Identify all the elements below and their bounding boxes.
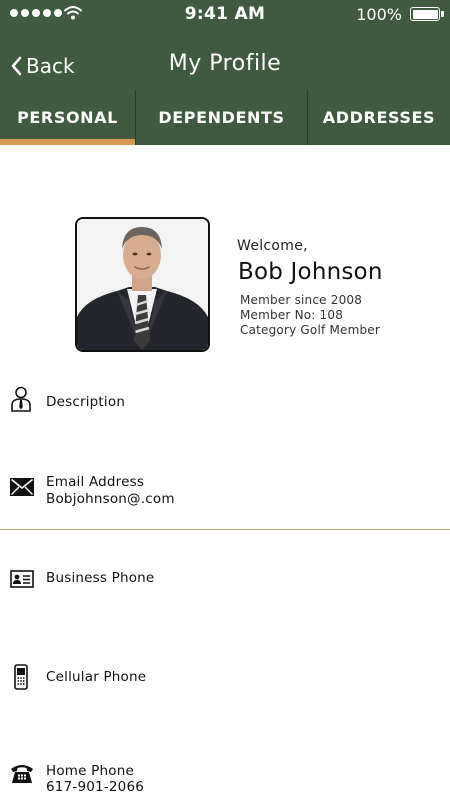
tab-dependents[interactable]: DEPENDENTS [135,90,307,145]
welcome-text: Welcome, [237,238,308,254]
business-phone-label: Business Phone [46,570,155,586]
email-label: Email Address [46,474,145,490]
tab-personal[interactable]: PERSONAL [0,90,135,145]
navigation-bar: Back My Profile [0,46,450,86]
description-label: Description [46,394,126,410]
contact-card-icon [10,570,34,588]
profile-screen: 9:41 AM 100% Back My Profile PERSONAL DE… [0,0,450,800]
cellular-phone-label: Cellular Phone [46,669,147,685]
battery-percentage: 100% [356,5,402,24]
app-header: 9:41 AM 100% Back My Profile PERSONAL DE… [0,0,450,145]
telephone-icon [11,765,33,783]
page-title: My Profile [168,51,282,76]
tab-addresses-label: ADDRESSES [322,108,436,127]
active-tab-indicator [0,139,135,145]
tab-addresses[interactable]: ADDRESSES [307,90,450,145]
mobile-phone-icon [14,664,28,690]
envelope-icon [10,478,34,496]
member-name: Bob Johnson [238,259,383,285]
home-phone-value[interactable]: 617-901-2066 [46,779,144,795]
tab-personal-label: PERSONAL [17,108,118,127]
profile-photo[interactable] [75,217,210,352]
profile-tabs: PERSONAL DEPENDENTS ADDRESSES [0,90,450,145]
person-tie-icon [11,386,31,412]
status-bar: 9:41 AM 100% [0,0,450,30]
section-divider [0,529,450,530]
member-number: Member No: 108 [240,308,344,322]
battery-icon [410,7,444,21]
avatar-portrait-image [77,219,208,350]
email-value[interactable]: Bobjohnson@.com [46,491,175,507]
home-phone-label: Home Phone [46,763,134,779]
member-since: Member since 2008 [240,293,363,307]
member-category: Category Golf Member [240,323,381,337]
tab-dependents-label: DEPENDENTS [158,108,285,127]
